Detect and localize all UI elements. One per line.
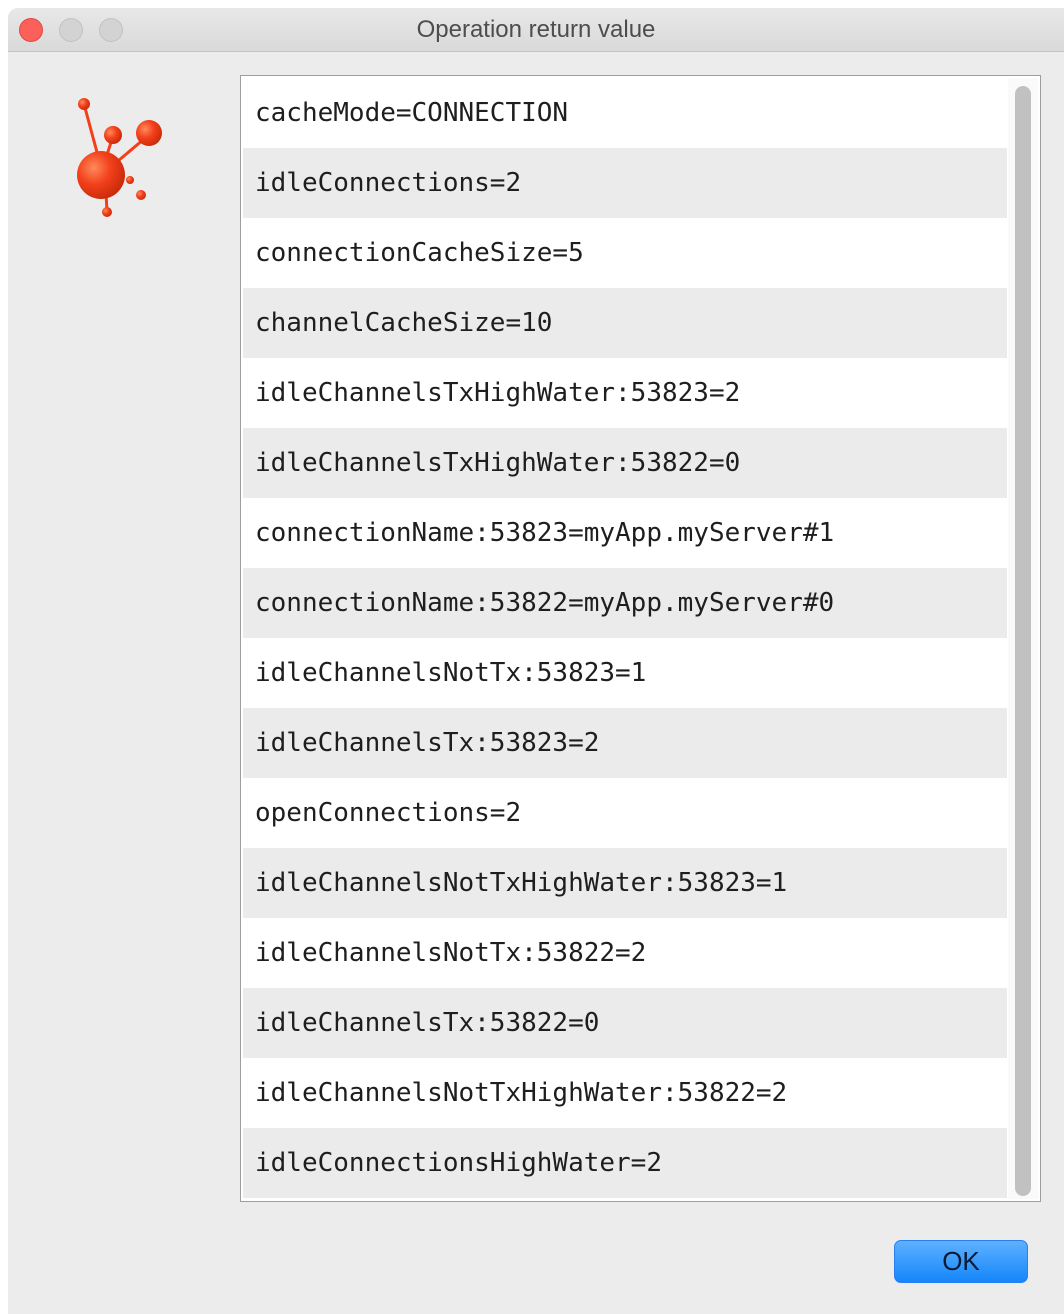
title-bar[interactable]: Operation return value: [8, 8, 1064, 52]
list-item[interactable]: connectionName:53823=myApp.myServer#1: [243, 498, 1007, 568]
list-item[interactable]: idleChannelsTx:53823=2: [243, 708, 1007, 778]
list-item[interactable]: connectionCacheSize=5: [243, 218, 1007, 288]
list-item[interactable]: connectionName:53822=myApp.myServer#0: [243, 568, 1007, 638]
list-item[interactable]: cacheMode=CONNECTION: [243, 78, 1007, 148]
dialog-window: Operation return value cacheMode=CONNECT…: [8, 8, 1064, 1314]
vertical-scrollbar[interactable]: [1008, 78, 1038, 1199]
list-item[interactable]: idleConnections=2: [243, 148, 1007, 218]
ok-button[interactable]: OK: [894, 1240, 1028, 1283]
list-item[interactable]: idleChannelsNotTxHighWater:53823=1: [243, 848, 1007, 918]
list-item[interactable]: idleChannelsTxHighWater:53822=0: [243, 428, 1007, 498]
list-item[interactable]: idleConnectionsHighWater=2: [243, 1128, 1007, 1198]
molecule-logo-icon: [77, 98, 162, 217]
list-item[interactable]: idleChannelsTx:53822=0: [243, 988, 1007, 1058]
window-title: Operation return value: [416, 16, 656, 43]
list-item[interactable]: openConnections=2: [243, 778, 1007, 848]
scrollbar-thumb[interactable]: [1015, 86, 1031, 1196]
list-item[interactable]: idleChannelsNotTxHighWater:53822=2: [243, 1058, 1007, 1128]
return-value-list[interactable]: cacheMode=CONNECTION idleConnections=2 c…: [240, 75, 1041, 1202]
list-item[interactable]: idleChannelsNotTx:53822=2: [243, 918, 1007, 988]
value-list: cacheMode=CONNECTION idleConnections=2 c…: [243, 78, 1007, 1198]
list-item[interactable]: idleChannelsNotTx:53823=1: [243, 638, 1007, 708]
list-item[interactable]: channelCacheSize=10: [243, 288, 1007, 358]
list-item[interactable]: idleChannelsTxHighWater:53823=2: [243, 358, 1007, 428]
